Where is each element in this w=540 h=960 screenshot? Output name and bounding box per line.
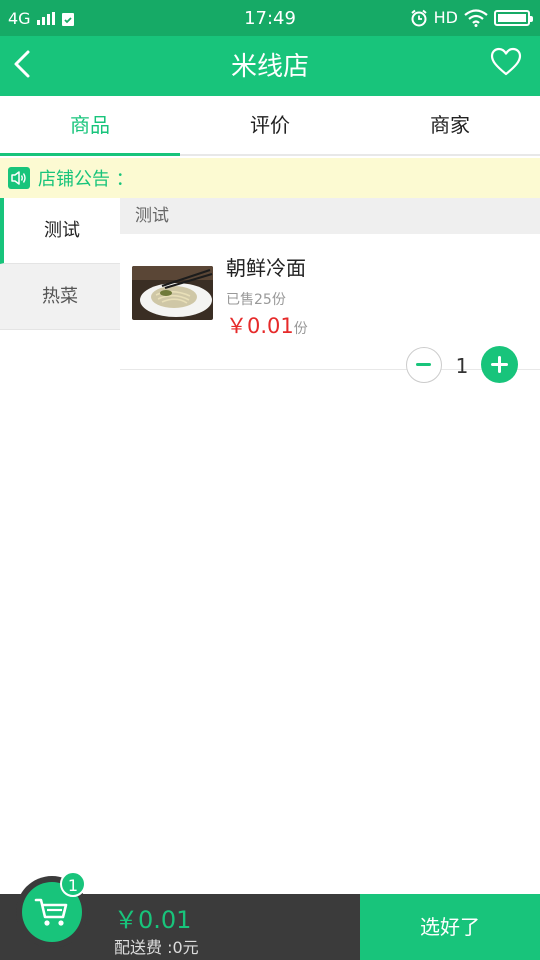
increase-quantity-button[interactable]: [481, 346, 518, 383]
product-unit: 份: [293, 321, 308, 337]
tab-merchant[interactable]: 商家: [360, 96, 540, 154]
speaker-icon: [8, 167, 30, 189]
alarm-clock-icon: [411, 9, 427, 26]
status-right: HD: [410, 8, 533, 27]
product-item[interactable]: 朝鲜冷面 已售25份 ￥0.01份 1: [120, 234, 540, 383]
battery-icon: [494, 9, 533, 26]
product-price: ￥0.01: [226, 314, 294, 338]
product-name: 朝鲜冷面: [226, 256, 306, 280]
delivery-fee: 配送费 :0元: [114, 938, 199, 957]
store-notice: 店铺公告 ：: [0, 158, 540, 198]
product-image: [132, 266, 213, 320]
notice-label: 店铺公告 ：: [38, 169, 134, 190]
product-price-line: ￥0.01份: [226, 310, 308, 340]
section-header: 测试: [120, 198, 540, 234]
product-sold-count: 已售25份: [226, 292, 286, 308]
product-list: 测试 朝鲜冷面 已售25份 ￥0.01份 1: [120, 198, 540, 383]
checkout-button[interactable]: 选好了: [360, 894, 540, 960]
app-header: 米线店: [0, 36, 540, 96]
quantity-value: 1: [455, 354, 469, 378]
decrease-quantity-button[interactable]: [406, 347, 442, 383]
cart-icon: [34, 898, 68, 926]
category-hot-dishes[interactable]: 热菜: [0, 264, 120, 330]
wifi-icon: [464, 8, 488, 27]
cart-count-badge: 1: [60, 871, 86, 897]
heart-icon[interactable]: [490, 46, 522, 78]
tab-products[interactable]: 商品: [0, 96, 180, 156]
category-sidebar: 测试 热菜: [0, 198, 120, 330]
cart-total: ￥0.01: [114, 906, 192, 934]
tab-bar: 商品 评价 商家: [0, 96, 540, 156]
page-title: 米线店: [230, 52, 309, 82]
category-test[interactable]: 测试: [0, 198, 120, 264]
hd-label: HD: [433, 8, 458, 27]
status-bar: 4G 17:49 HD: [0, 0, 540, 36]
tab-reviews[interactable]: 评价: [180, 96, 360, 154]
